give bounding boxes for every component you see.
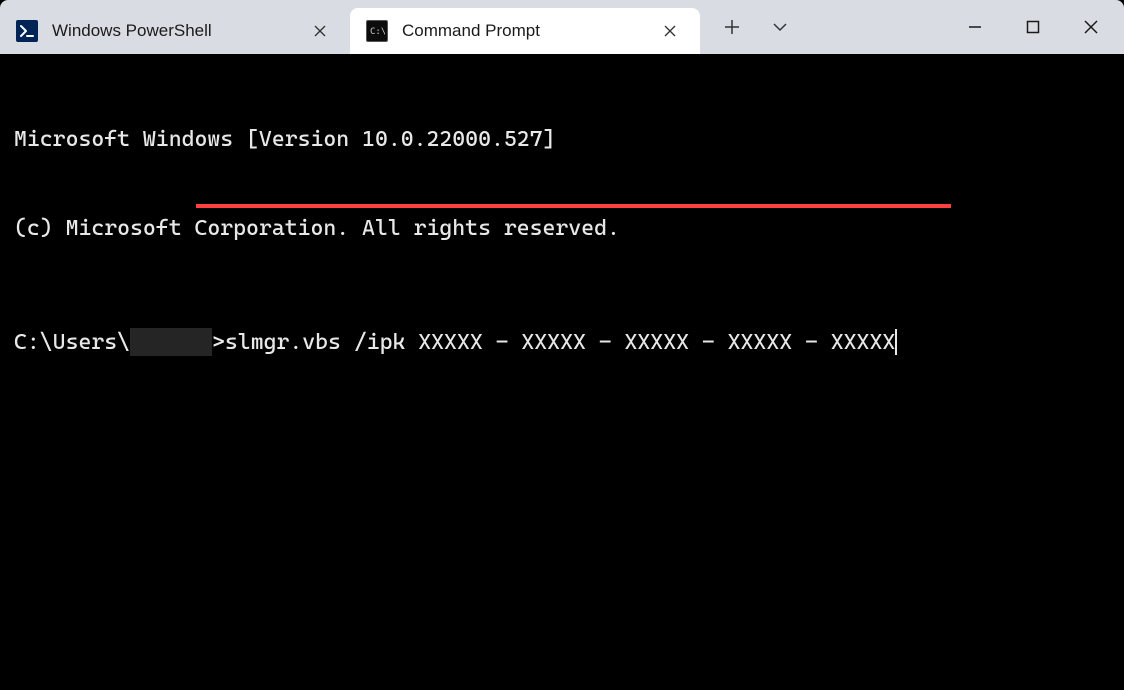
highlight-underline — [196, 204, 951, 208]
cmd-icon: C:\ — [366, 20, 388, 42]
terminal-output[interactable]: Microsoft Windows [Version 10.0.22000.52… — [0, 54, 1124, 690]
svg-text:C:\: C:\ — [370, 27, 385, 36]
close-tab-button[interactable] — [656, 17, 684, 45]
prompt-prefix: C:\Users\ — [14, 328, 130, 358]
close-window-button[interactable] — [1062, 7, 1120, 47]
window-controls — [946, 0, 1124, 54]
prompt-line: C:\Users\ >slmgr.vbs /ipk XXXXX - XXXXX -… — [14, 328, 1110, 358]
minimize-button[interactable] — [946, 7, 1004, 47]
close-tab-button[interactable] — [306, 17, 334, 45]
typed-command: slmgr.vbs /ipk XXXXX - XXXXX - XXXXX - X… — [225, 328, 895, 358]
redacted-username — [130, 328, 212, 356]
new-tab-button[interactable] — [708, 7, 756, 47]
terminal-line: Microsoft Windows [Version 10.0.22000.52… — [14, 125, 1110, 155]
maximize-button[interactable] — [1004, 7, 1062, 47]
tab-dropdown-button[interactable] — [756, 7, 804, 47]
tab-label: Command Prompt — [402, 21, 656, 41]
terminal-line: (c) Microsoft Corporation. All rights re… — [14, 214, 1110, 244]
powershell-icon — [16, 20, 38, 42]
prompt-suffix: > — [212, 328, 225, 358]
text-caret — [895, 329, 897, 355]
tab-label: Windows PowerShell — [52, 21, 306, 41]
tab-powershell[interactable]: Windows PowerShell — [0, 8, 350, 54]
title-bar: Windows PowerShell C:\ Command Prompt — [0, 0, 1124, 54]
tab-command-prompt[interactable]: C:\ Command Prompt — [350, 8, 700, 54]
tab-actions — [708, 0, 804, 54]
